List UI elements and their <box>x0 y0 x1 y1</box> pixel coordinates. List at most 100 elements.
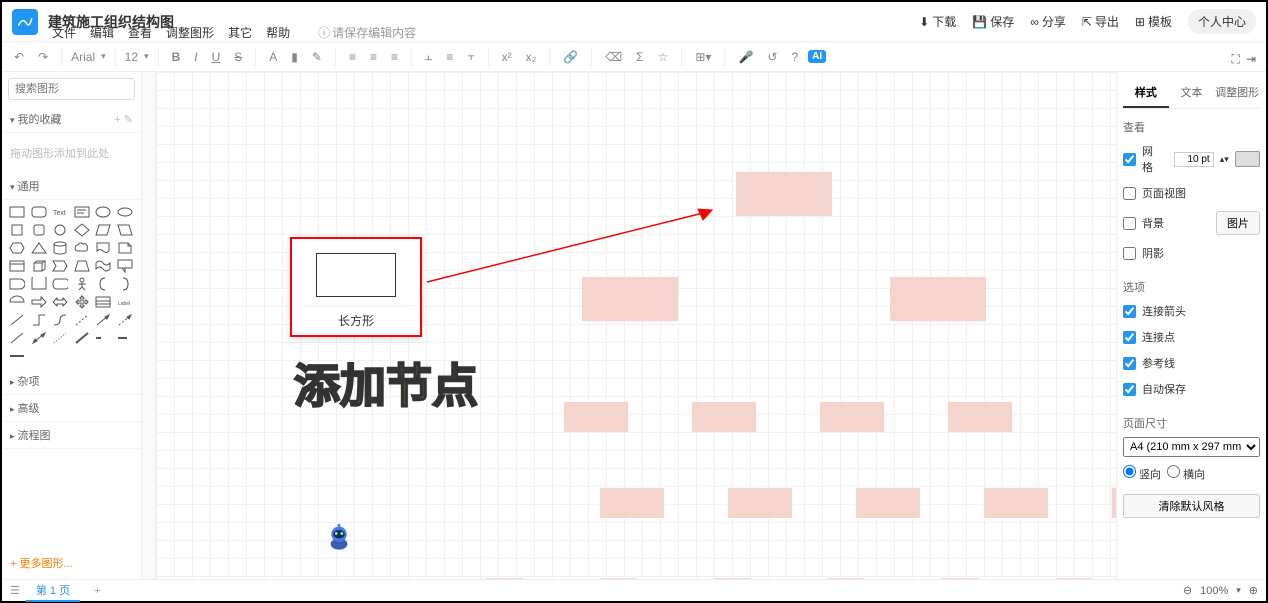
page-tab-1[interactable]: 第 1 页 <box>26 580 80 602</box>
shape-label[interactable]: Label <box>116 294 134 310</box>
save-button[interactable]: 💾保存 <box>972 13 1014 30</box>
symbol-button[interactable]: ☆ <box>654 48 673 66</box>
valign-mid-button[interactable]: ≡ <box>442 48 457 66</box>
canvas-area[interactable]: 长方形 添加节点 <box>142 72 1116 579</box>
superscript-button[interactable]: x² <box>498 48 516 66</box>
conn-point-checkbox[interactable] <box>1123 331 1136 344</box>
shape-actor[interactable] <box>73 276 91 292</box>
menu-file[interactable]: 文件 <box>52 24 76 41</box>
portrait-radio-label[interactable]: 竖向 <box>1123 465 1161 482</box>
shape-line-bold[interactable] <box>73 330 91 346</box>
sidebar-general[interactable]: 通用 <box>2 173 141 200</box>
mic-button[interactable]: 🎤 <box>734 48 757 66</box>
clear-style-button[interactable]: 清除默认风格 <box>1123 494 1260 518</box>
shape-connector2[interactable] <box>116 330 134 346</box>
ai-button[interactable]: AI <box>808 50 826 63</box>
shape-brace2[interactable] <box>116 276 134 292</box>
export-button[interactable]: ⇱导出 <box>1082 13 1119 30</box>
org-node[interactable] <box>486 578 522 579</box>
shape-or[interactable] <box>8 276 26 292</box>
org-node[interactable] <box>736 172 832 216</box>
menu-edit[interactable]: 编辑 <box>90 24 114 41</box>
tab-text[interactable]: 文本 <box>1169 78 1215 108</box>
shape-arrow-r[interactable] <box>30 294 48 310</box>
zoom-value[interactable]: 100% <box>1200 585 1228 597</box>
grid-color-swatch[interactable] <box>1235 151 1260 167</box>
zoom-fit-icon[interactable]: ⊕ <box>1249 584 1258 597</box>
tab-style[interactable]: 样式 <box>1123 78 1169 108</box>
org-node[interactable] <box>890 277 986 321</box>
strike-button[interactable]: S <box>230 48 246 66</box>
landscape-radio[interactable] <box>1167 465 1180 478</box>
shape-line-biarrow[interactable] <box>30 330 48 346</box>
shape-data[interactable] <box>51 276 69 292</box>
collapse-panel-icon[interactable]: ⇥ <box>1246 52 1256 67</box>
grid-stepper[interactable]: ▴▾ <box>1220 154 1229 165</box>
autosave-checkbox[interactable] <box>1123 383 1136 396</box>
font-size-select[interactable]: 12 <box>125 50 138 64</box>
shape-doc[interactable] <box>94 240 112 256</box>
fill-color-button[interactable]: ▮ <box>287 48 302 66</box>
shape-line-solid[interactable] <box>8 330 26 346</box>
shape-line-curve[interactable] <box>51 312 69 328</box>
shape-square[interactable] <box>8 222 26 238</box>
org-node[interactable] <box>942 578 978 579</box>
shape-cloud[interactable] <box>73 240 91 256</box>
org-node[interactable] <box>1056 578 1092 579</box>
shape-roundrect[interactable] <box>30 204 48 220</box>
italic-button[interactable]: I <box>190 48 201 66</box>
shape-parallel[interactable] <box>94 222 112 238</box>
add-page-button[interactable]: + <box>86 585 108 597</box>
shape-list[interactable] <box>94 294 112 310</box>
shape-note[interactable] <box>116 240 134 256</box>
shape-hexagon[interactable] <box>8 240 26 256</box>
shape-rect[interactable] <box>8 204 26 220</box>
sidebar-flowchart[interactable]: 流程图 <box>2 422 141 449</box>
undo-action-button[interactable]: ↺ <box>763 48 781 66</box>
download-button[interactable]: ⬇下载 <box>919 13 956 30</box>
more-shapes-link[interactable]: + 更多图形... <box>2 547 141 579</box>
org-node[interactable] <box>820 402 884 432</box>
clear-format-button[interactable]: ⌫ <box>601 48 626 66</box>
portrait-radio[interactable] <box>1123 465 1136 478</box>
shape-callout[interactable] <box>116 258 134 274</box>
underline-button[interactable]: U <box>208 48 225 66</box>
org-node[interactable] <box>828 578 864 579</box>
sidebar-misc[interactable]: 杂项 <box>2 368 141 395</box>
formula-button[interactable]: Σ <box>632 48 647 66</box>
shape-cube[interactable] <box>30 258 48 274</box>
shape-step[interactable] <box>51 258 69 274</box>
font-select[interactable]: Arial <box>71 50 95 64</box>
share-button[interactable]: ∞分享 <box>1030 13 1066 30</box>
shape-and[interactable] <box>30 276 48 292</box>
shape-line-arrow[interactable] <box>94 312 112 328</box>
shape-oval[interactable] <box>116 204 134 220</box>
zoom-out-icon[interactable]: ⊖ <box>1183 584 1192 597</box>
org-node[interactable] <box>948 402 1012 432</box>
subscript-button[interactable]: x₂ <box>522 48 541 66</box>
shape-parallel2[interactable] <box>116 222 134 238</box>
org-node[interactable] <box>600 488 664 518</box>
org-node[interactable] <box>564 402 628 432</box>
fullscreen-icon[interactable]: ⛶ <box>1232 52 1240 67</box>
valign-bot-button[interactable]: ⫟ <box>463 47 478 66</box>
shape-halfcircle[interactable] <box>8 294 26 310</box>
shape-triangle[interactable] <box>30 240 48 256</box>
redo-button[interactable]: ↷ <box>34 48 52 66</box>
shape-brace[interactable] <box>94 276 112 292</box>
align-center-button[interactable]: ≡ <box>366 48 381 66</box>
shape-card[interactable] <box>8 258 26 274</box>
org-node[interactable] <box>856 488 920 518</box>
assistant-bot-icon[interactable] <box>325 523 353 551</box>
shape-diamond[interactable] <box>73 222 91 238</box>
undo-button[interactable]: ↶ <box>10 48 28 66</box>
image-button[interactable]: 图片 <box>1216 211 1260 235</box>
shape-line-r[interactable] <box>8 312 26 328</box>
align-left-button[interactable]: ≡ <box>345 48 360 66</box>
org-node[interactable] <box>600 578 636 579</box>
personal-center-button[interactable]: 个人中心 <box>1188 9 1256 34</box>
tab-arrange[interactable]: 调整图形 <box>1214 78 1260 108</box>
shape-connector3[interactable] <box>8 348 26 364</box>
template-button[interactable]: ⊞模板 <box>1135 13 1172 30</box>
shadow-checkbox[interactable] <box>1123 247 1136 260</box>
